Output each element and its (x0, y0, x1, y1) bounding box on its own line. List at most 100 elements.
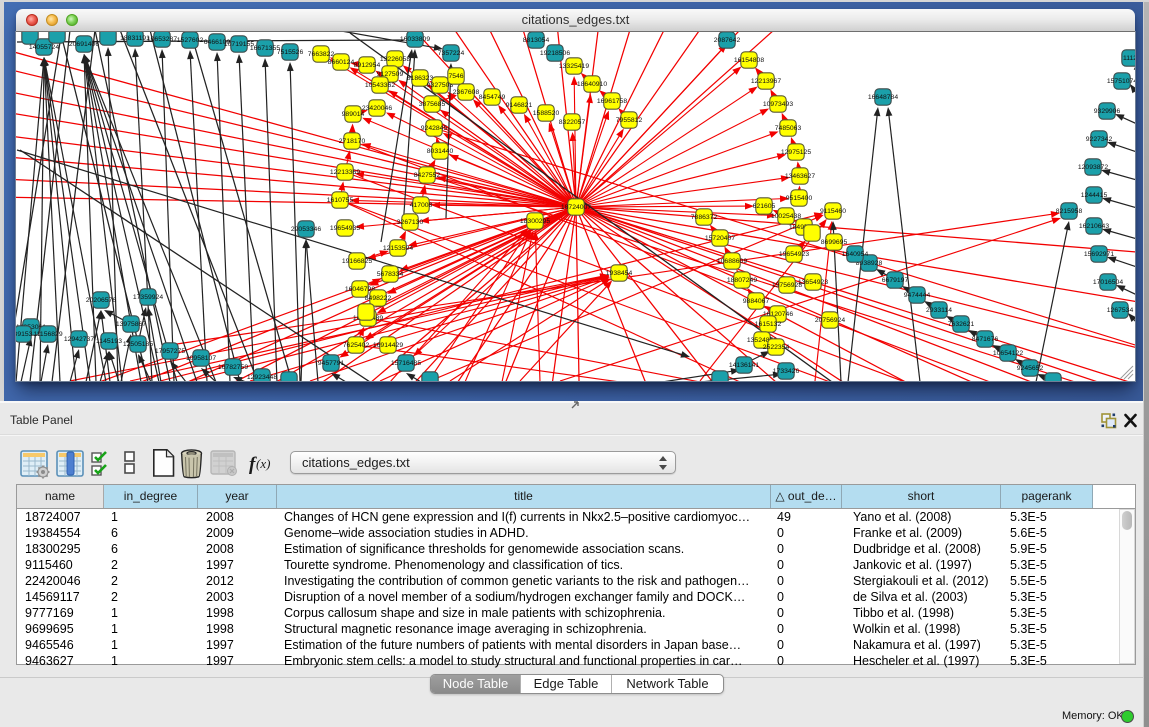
svg-text:2367608: 2367608 (453, 89, 480, 96)
svg-text:9245652: 9245652 (1017, 365, 1044, 372)
svg-text:18724007: 18724007 (561, 204, 591, 211)
svg-text:23420046: 23420046 (362, 105, 392, 112)
svg-text:12093872: 12093872 (1078, 164, 1108, 171)
svg-text:7515526: 7515526 (277, 49, 304, 56)
svg-text:18300295: 18300295 (520, 218, 550, 225)
svg-text:8498222: 8498222 (365, 295, 392, 302)
svg-text:1588520: 1588520 (533, 110, 560, 117)
svg-text:29053346: 29053346 (291, 226, 321, 233)
svg-text:8186323: 8186323 (407, 75, 434, 82)
svg-text:7663822: 7663822 (308, 51, 335, 58)
svg-text:417008: 417008 (410, 202, 433, 209)
svg-text:12505185: 12505185 (123, 341, 153, 348)
svg-text:10688609: 10688609 (717, 258, 747, 265)
svg-text:621605: 621605 (753, 203, 776, 210)
svg-text:9242845: 9242845 (421, 125, 448, 132)
svg-text:2718170: 2718170 (339, 138, 366, 145)
svg-text:(x): (x) (256, 456, 270, 471)
svg-text:16648784: 16648784 (868, 94, 898, 101)
svg-text:7632621: 7632621 (948, 321, 975, 328)
svg-text:13975867: 13975867 (116, 321, 146, 328)
svg-text:1640954: 1640954 (842, 251, 869, 258)
svg-text:14055724: 14055724 (29, 44, 59, 51)
svg-text:3875685: 3875685 (419, 101, 446, 108)
svg-text:1244415: 1244415 (1081, 192, 1108, 199)
svg-text:17359924: 17359924 (133, 294, 163, 301)
svg-text:17016504: 17016504 (1093, 279, 1123, 286)
svg-text:7886372: 7886372 (691, 214, 718, 221)
svg-text:16961758: 16961758 (597, 98, 627, 105)
svg-text:19654923: 19654923 (779, 251, 809, 258)
svg-text:12213967: 12213967 (751, 78, 781, 85)
svg-text:7546: 7546 (448, 73, 463, 80)
svg-text:15720407: 15720407 (705, 235, 735, 242)
svg-text:8427552: 8427552 (414, 172, 441, 179)
svg-text:10653287: 10653287 (147, 36, 177, 43)
svg-text:8031440: 8031440 (427, 148, 454, 155)
svg-text:1145193: 1145193 (96, 338, 122, 345)
svg-text:7625402: 7625402 (343, 342, 370, 349)
svg-text:989014: 989014 (342, 111, 365, 118)
svg-text:20206576: 20206576 (86, 297, 116, 304)
svg-text:20691406: 20691406 (69, 41, 99, 48)
svg-text:12213369: 12213369 (330, 169, 360, 176)
svg-text:7485063: 7485063 (775, 125, 802, 132)
svg-text:9146821: 9146821 (506, 102, 533, 109)
svg-text:12923448: 12923448 (247, 374, 277, 381)
svg-text:16914429: 16914429 (373, 342, 403, 349)
svg-text:9457791: 9457791 (318, 360, 345, 367)
svg-text:20756924: 20756924 (815, 317, 845, 324)
svg-text:9884067: 9884067 (743, 298, 770, 305)
svg-text:1527602: 1527602 (177, 37, 204, 44)
svg-text:8454749: 8454749 (479, 94, 506, 101)
svg-text:8215958: 8215958 (1056, 208, 1083, 215)
svg-text:8322057: 8322057 (559, 119, 586, 126)
svg-text:8912954: 8912954 (354, 62, 381, 69)
svg-text:7357224: 7357224 (438, 50, 465, 57)
svg-text:19166825: 19166825 (342, 258, 372, 265)
svg-text:5678334: 5678334 (377, 271, 404, 278)
svg-text:15716485: 15716485 (391, 360, 421, 367)
svg-text:9474444: 9474444 (904, 292, 931, 299)
svg-text:17957275: 17957275 (155, 348, 185, 355)
svg-text:16154808: 16154808 (734, 57, 764, 64)
svg-text:16671355: 16671355 (250, 45, 280, 52)
svg-text:13654923: 13654923 (798, 279, 828, 286)
svg-text:19218506: 19218506 (540, 50, 570, 57)
svg-text:9515400: 9515400 (786, 195, 813, 202)
svg-text:10543362: 10543362 (365, 82, 395, 89)
svg-text:13226058: 13226058 (380, 56, 410, 63)
svg-text:8471676: 8471676 (972, 336, 999, 343)
svg-text:18640910: 18640910 (577, 81, 607, 88)
svg-text:3267130: 3267130 (397, 219, 424, 226)
svg-text:15751074: 15751074 (1107, 78, 1135, 85)
svg-text:1610755: 1610755 (327, 197, 354, 204)
svg-text:14136141: 14136141 (729, 362, 759, 369)
svg-text:2933114: 2933114 (926, 307, 952, 314)
svg-text:8813054: 8813054 (523, 37, 550, 44)
svg-text:10958107: 10958107 (186, 355, 216, 362)
svg-text:10654122: 10654122 (993, 350, 1023, 357)
svg-text:10973493: 10973493 (763, 101, 793, 108)
svg-text:7955812: 7955812 (616, 117, 643, 124)
svg-text:8660124: 8660124 (328, 59, 355, 66)
svg-text:1267534: 1267534 (1107, 307, 1134, 314)
svg-text:11156829: 11156829 (33, 331, 62, 338)
svg-text:9329906: 9329906 (1094, 108, 1121, 115)
svg-text:2522354: 2522354 (763, 344, 790, 351)
svg-text:10025438: 10025438 (771, 213, 801, 220)
svg-text:19654935: 19654935 (330, 225, 360, 232)
svg-text:12942737: 12942737 (64, 336, 94, 343)
svg-text:12153594: 12153594 (383, 245, 413, 252)
svg-text:12975125: 12975125 (781, 149, 811, 156)
svg-text:6679197: 6679197 (882, 277, 909, 284)
svg-text:18831191: 18831191 (120, 35, 150, 42)
svg-text:15692971: 15692971 (1084, 251, 1114, 258)
svg-text:1733426: 1733426 (773, 368, 800, 375)
svg-text:16033809: 16033809 (400, 36, 430, 43)
svg-text:1112: 1112 (1123, 55, 1135, 62)
svg-text:13463627: 13463627 (785, 173, 815, 180)
svg-text:16782759: 16782759 (218, 364, 248, 371)
svg-text:2087642: 2087642 (714, 37, 741, 44)
svg-text:13325419: 13325419 (559, 63, 589, 70)
